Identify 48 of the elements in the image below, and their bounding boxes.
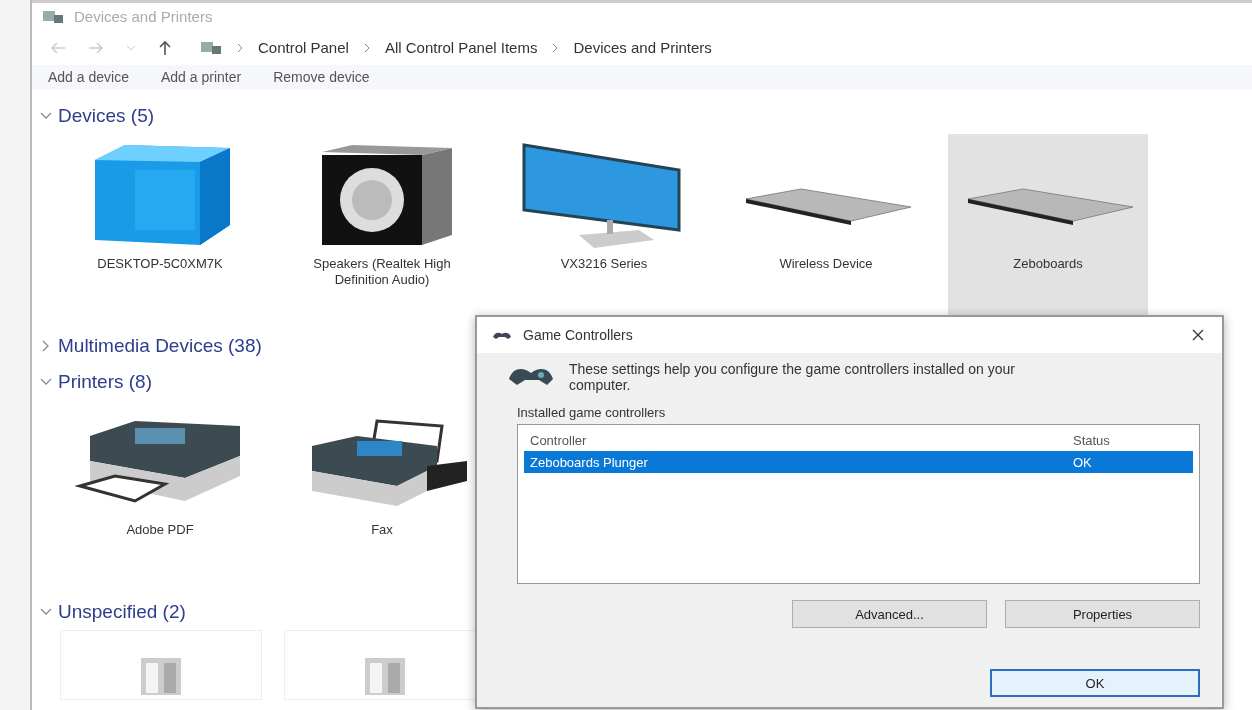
breadcrumb-item[interactable]: Devices and Printers (573, 39, 712, 57)
toolbar-button[interactable]: Remove device (267, 65, 376, 90)
controller-row[interactable]: Zeboboards Plunger OK (524, 451, 1193, 473)
devices-icon (200, 39, 222, 56)
device-tile[interactable]: Zeboboards (948, 134, 1148, 318)
device-tile[interactable] (60, 630, 262, 700)
address-bar[interactable]: Control Panel All Control Panel Items Devices and Printers (194, 30, 1252, 65)
group-header[interactable]: Multimedia Devices (38) (58, 335, 262, 357)
toolbar-button[interactable]: Add a device (42, 65, 135, 90)
device-tile[interactable]: Speakers (Realtek High Definition Audio) (282, 134, 482, 318)
chevron-down-icon[interactable] (40, 378, 52, 386)
group-header[interactable]: Unspecified (2) (58, 601, 186, 623)
device-tile[interactable]: Fax (282, 400, 482, 584)
device-tile[interactable]: VX3216 Series (504, 134, 704, 318)
chevron-right-icon[interactable] (236, 42, 244, 53)
dialog-title: Game Controllers (523, 327, 633, 343)
close-icon (1192, 329, 1204, 341)
device-tile[interactable]: Wireless Device (726, 134, 926, 318)
column-header[interactable]: Controller (524, 432, 1065, 448)
table-cell-text: OK (1072, 454, 1093, 470)
window-title: Devices and Printers (74, 8, 213, 26)
breadcrumb-item[interactable]: All Control Panel Items (384, 39, 538, 57)
device-label: Speakers (Realtek High Definition Audio) (312, 256, 452, 288)
device-label: DESKTOP-5C0XM7K (96, 256, 224, 272)
device-tile[interactable]: DESKTOP-5C0XM7K (60, 134, 260, 318)
device-label: VX3216 Series (559, 256, 649, 272)
group-header[interactable]: Printers (8) (58, 371, 152, 393)
dialog-button[interactable]: Advanced... (792, 600, 987, 628)
device-label: Wireless Device (778, 256, 874, 272)
description-text: These settings help you configure the game controllers installed on your computer. (569, 361, 1016, 393)
device-tile[interactable]: Adobe PDF (60, 400, 260, 584)
device-label: Fax (370, 522, 394, 538)
chevron-right-icon[interactable] (551, 42, 560, 53)
group-header[interactable]: Devices (5) (58, 105, 155, 127)
device-label: Adobe PDF (125, 522, 195, 538)
devices-icon (42, 8, 64, 25)
table-cell-text: Zeboboards Plunger (529, 454, 649, 470)
list-label: Installed game controllers (517, 405, 667, 420)
chevron-down-icon[interactable] (40, 608, 52, 616)
chevron-right-icon[interactable] (362, 42, 371, 53)
dialog-button[interactable]: Properties (1005, 600, 1200, 628)
up-arrow-icon[interactable] (158, 39, 172, 56)
column-header[interactable]: Status (1065, 432, 1193, 448)
chevron-down-icon[interactable] (40, 112, 52, 120)
device-label: Zeboboards (1012, 256, 1084, 272)
breadcrumb-item[interactable]: Control Panel (258, 39, 349, 57)
toolbar-button[interactable]: Add a printer (154, 65, 248, 90)
ok-button[interactable]: OK (990, 669, 1200, 697)
